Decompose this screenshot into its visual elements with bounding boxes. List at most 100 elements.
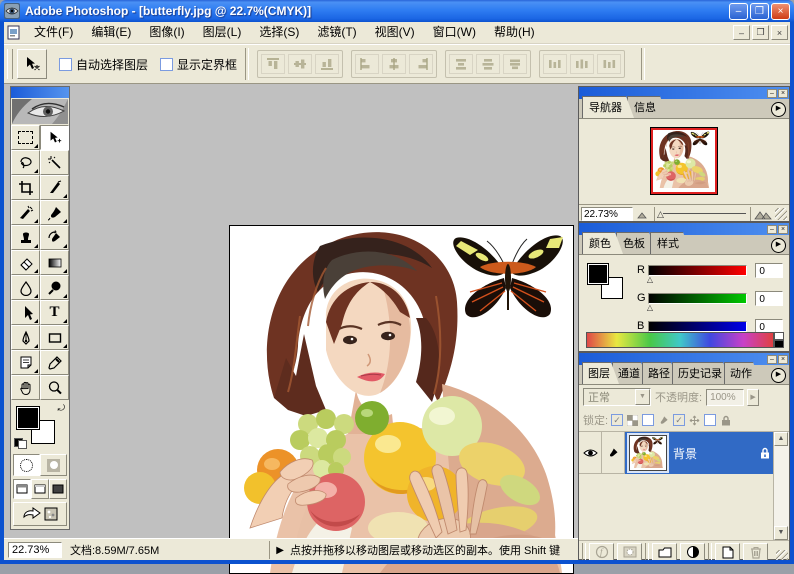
magic-wand-tool[interactable] bbox=[40, 150, 69, 175]
distribute-middle-button[interactable] bbox=[476, 54, 500, 74]
rectangle-tool[interactable] bbox=[40, 325, 69, 350]
doc-close-button[interactable]: × bbox=[771, 25, 788, 40]
doc-restore-button[interactable]: ❒ bbox=[752, 25, 769, 40]
blue-slider[interactable]: △ bbox=[648, 321, 748, 332]
layer-thumbnail[interactable] bbox=[629, 435, 667, 471]
show-bounding-box-option[interactable]: 显示定界框 bbox=[160, 56, 237, 73]
menu-window[interactable]: 窗口(W) bbox=[424, 22, 485, 43]
blend-mode-select[interactable]: 正常 ▼ bbox=[583, 388, 651, 406]
opacity-field[interactable]: 100% bbox=[706, 389, 744, 406]
add-mask-button[interactable] bbox=[617, 543, 642, 562]
spectrum-bw-swatches[interactable] bbox=[774, 332, 784, 348]
slider-thumb[interactable]: △ bbox=[657, 209, 664, 220]
menu-image[interactable]: 图像(I) bbox=[140, 22, 193, 43]
new-layer-button[interactable] bbox=[715, 543, 740, 562]
layer-row-main[interactable]: 背景 bbox=[625, 432, 774, 474]
align-top-button[interactable] bbox=[261, 54, 285, 74]
photoshop-eye-banner[interactable] bbox=[12, 99, 68, 124]
tab-history[interactable]: 历史记录 bbox=[672, 362, 731, 384]
color-spectrum-ramp[interactable] bbox=[586, 332, 774, 348]
navigator-proxy-view[interactable] bbox=[651, 128, 717, 194]
red-slider-thumb[interactable]: △ bbox=[647, 275, 653, 284]
status-doc-size[interactable]: 文档:8.59M/7.65M bbox=[70, 542, 159, 558]
standard-mode-button[interactable] bbox=[13, 454, 40, 476]
green-slider-thumb[interactable]: △ bbox=[647, 303, 653, 312]
layer-style-button[interactable]: f bbox=[589, 543, 614, 562]
visibility-cell[interactable] bbox=[579, 432, 602, 474]
lock-image-checkbox[interactable] bbox=[642, 414, 654, 426]
green-slider[interactable]: △ bbox=[648, 293, 748, 304]
distribute-left-button[interactable] bbox=[543, 54, 567, 74]
navigator-zoom-slider[interactable]: △ bbox=[654, 207, 751, 221]
red-slider[interactable]: △ bbox=[648, 265, 748, 276]
close-button[interactable]: × bbox=[771, 3, 790, 20]
jump-to-imageready-button[interactable] bbox=[13, 502, 67, 526]
scroll-down-button[interactable]: ▼ bbox=[774, 526, 788, 540]
swap-colors-icon[interactable]: ⤾ bbox=[58, 403, 66, 414]
palette-minimize-button[interactable]: – bbox=[767, 89, 777, 98]
palette-close-button[interactable]: × bbox=[778, 225, 788, 234]
zoom-in-icon[interactable] bbox=[754, 208, 772, 220]
align-center-button[interactable] bbox=[382, 54, 406, 74]
fullscreen-menu-button[interactable] bbox=[31, 479, 49, 499]
navigator-zoom-field[interactable]: 22.73% bbox=[581, 207, 633, 221]
tab-styles[interactable]: 样式 bbox=[650, 232, 691, 254]
pen-tool[interactable] bbox=[11, 325, 40, 350]
toolbox-title-bar[interactable] bbox=[11, 87, 69, 98]
distribute-top-button[interactable] bbox=[449, 54, 473, 74]
delete-layer-button[interactable] bbox=[743, 543, 768, 562]
tab-navigator[interactable]: 导航器 bbox=[582, 96, 634, 118]
opacity-spinner-icon[interactable]: ▶ bbox=[747, 389, 759, 406]
palette-menu-button[interactable]: ▶ bbox=[771, 368, 786, 383]
palette-menu-button[interactable]: ▶ bbox=[771, 238, 786, 253]
scroll-up-button[interactable]: ▲ bbox=[774, 432, 788, 446]
palette-minimize-button[interactable]: – bbox=[767, 355, 777, 364]
blur-tool[interactable] bbox=[11, 275, 40, 300]
options-bar-handle[interactable] bbox=[7, 49, 13, 79]
lock-transparency-checkbox[interactable]: ✓ bbox=[611, 414, 623, 426]
auto-select-checkbox[interactable] bbox=[59, 58, 72, 71]
marquee-tool[interactable] bbox=[11, 125, 40, 150]
minimize-button[interactable]: – bbox=[729, 3, 748, 20]
slider-track[interactable] bbox=[663, 213, 746, 214]
lasso-tool[interactable] bbox=[11, 150, 40, 175]
document-canvas[interactable] bbox=[229, 225, 574, 574]
gradient-tool[interactable] bbox=[40, 250, 69, 275]
align-right-button[interactable] bbox=[409, 54, 433, 74]
status-zoom-field[interactable]: 22.73% bbox=[8, 542, 62, 558]
paintbrush-tool[interactable] bbox=[40, 200, 69, 225]
status-arrow-icon[interactable]: ▶ bbox=[276, 545, 284, 556]
quick-mask-mode-button[interactable] bbox=[40, 454, 67, 476]
menu-help[interactable]: 帮助(H) bbox=[485, 22, 544, 43]
history-brush-tool[interactable] bbox=[40, 225, 69, 250]
tab-info[interactable]: 信息 bbox=[627, 96, 668, 118]
new-adjustment-layer-button[interactable] bbox=[680, 543, 705, 562]
green-value-field[interactable]: 0 bbox=[755, 291, 783, 306]
palette-menu-button[interactable]: ▶ bbox=[771, 102, 786, 117]
doc-minimize-button[interactable]: – bbox=[733, 25, 750, 40]
dropdown-arrow-icon[interactable]: ▼ bbox=[635, 389, 650, 405]
distribute-right-button[interactable] bbox=[597, 54, 621, 74]
airbrush-tool[interactable] bbox=[11, 200, 40, 225]
new-layer-set-button[interactable] bbox=[652, 543, 677, 562]
menu-file[interactable]: 文件(F) bbox=[25, 22, 82, 43]
restore-button[interactable]: ❒ bbox=[750, 3, 769, 20]
standard-screen-button[interactable] bbox=[13, 479, 31, 499]
show-bbox-checkbox[interactable] bbox=[160, 58, 173, 71]
palette-close-button[interactable]: × bbox=[778, 355, 788, 364]
path-select-tool[interactable] bbox=[11, 300, 40, 325]
menu-select[interactable]: 选择(S) bbox=[250, 22, 308, 43]
distribute-center-button[interactable] bbox=[570, 54, 594, 74]
slice-tool[interactable] bbox=[40, 175, 69, 200]
lock-position-checkbox[interactable]: ✓ bbox=[673, 414, 685, 426]
hand-tool[interactable] bbox=[11, 375, 40, 400]
align-middle-button[interactable] bbox=[288, 54, 312, 74]
clone-stamp-tool[interactable] bbox=[11, 225, 40, 250]
zoom-out-icon[interactable] bbox=[637, 209, 651, 219]
palette-minimize-button[interactable]: – bbox=[767, 225, 777, 234]
document-icon[interactable] bbox=[7, 25, 22, 40]
auto-select-layer-option[interactable]: 自动选择图层 bbox=[59, 56, 148, 73]
align-bottom-button[interactable] bbox=[315, 54, 339, 74]
menu-edit[interactable]: 编辑(E) bbox=[82, 22, 140, 43]
eyedropper-tool[interactable] bbox=[40, 350, 69, 375]
